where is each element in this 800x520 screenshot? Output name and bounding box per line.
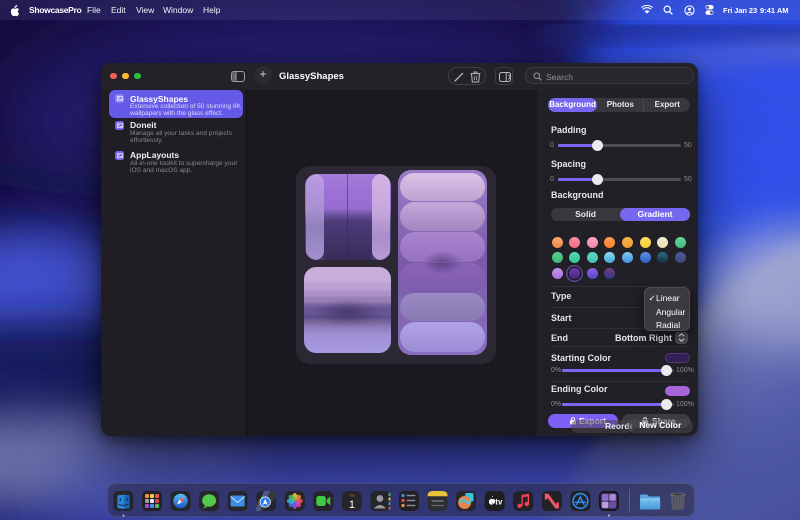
svg-text:Tue: Tue — [349, 494, 355, 498]
svg-text:1: 1 — [349, 499, 355, 511]
svg-text:tv: tv — [495, 498, 503, 507]
